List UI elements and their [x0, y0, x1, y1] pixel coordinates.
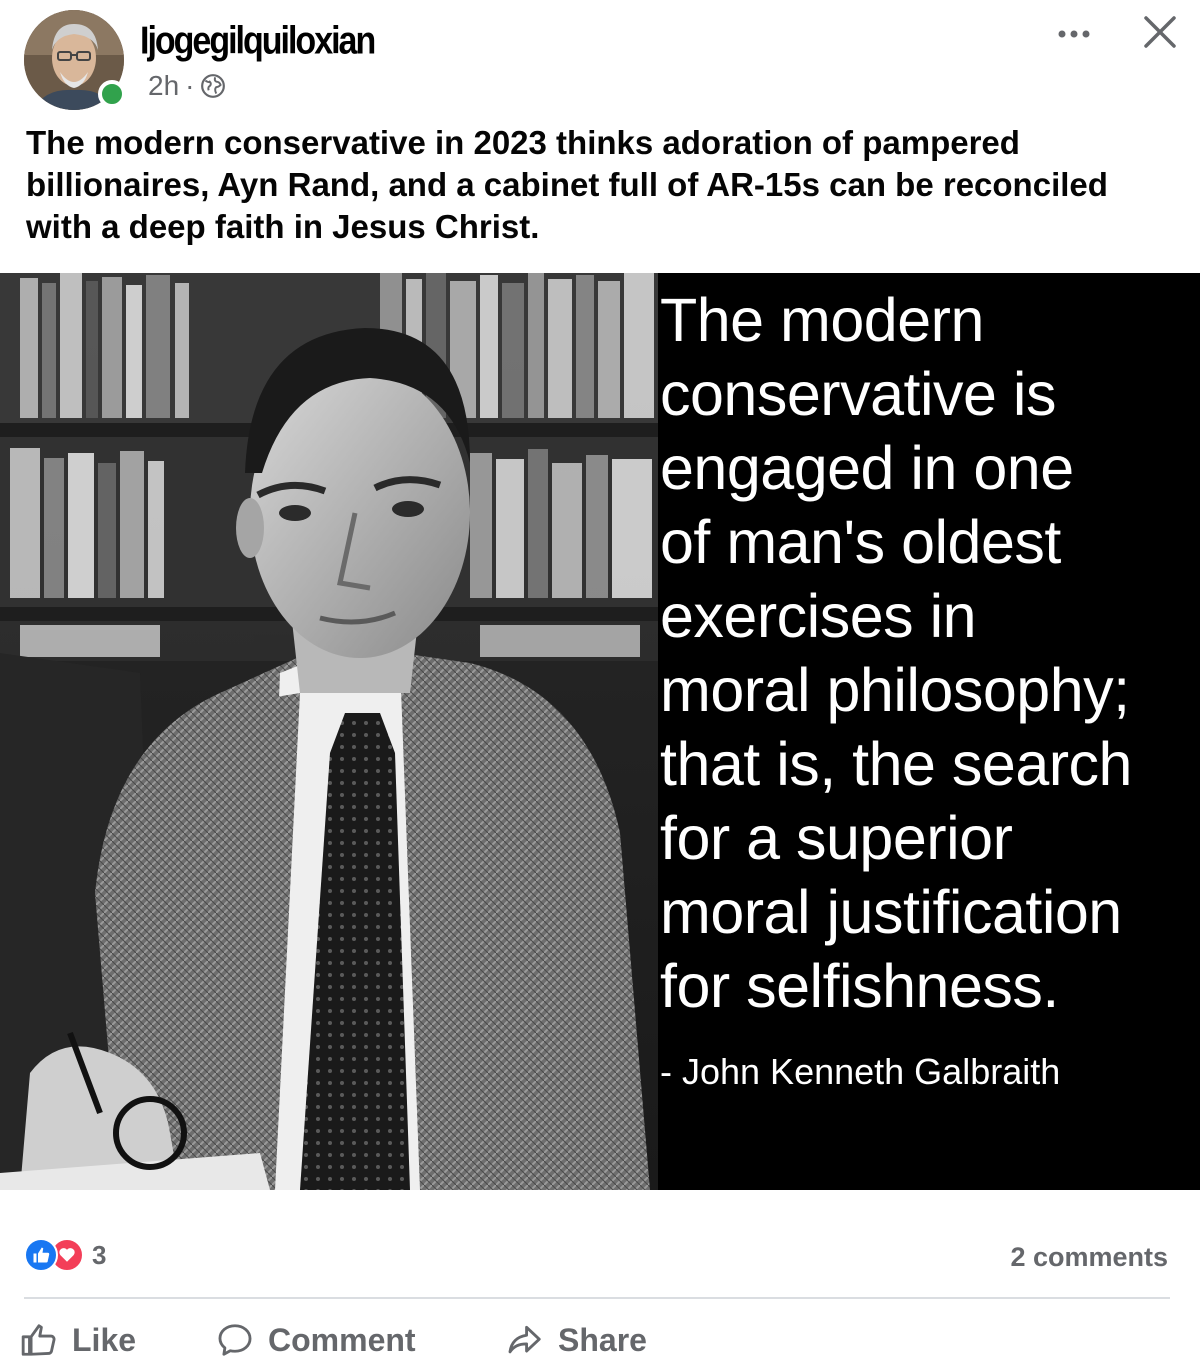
post-image[interactable]: The modern conservative is engaged in on… [0, 273, 1200, 1190]
comment-button[interactable]: Comment [216, 1310, 416, 1370]
comments-count[interactable]: 2 comments [1010, 1242, 1168, 1273]
avatar[interactable] [24, 10, 126, 110]
portrait-photo [0, 273, 658, 1190]
quote-line: The modern [660, 286, 984, 354]
comment-bubble-icon [218, 1324, 252, 1356]
quote-line: that is, the search [660, 730, 1132, 798]
post-time[interactable]: 2h [148, 70, 179, 102]
quote-panel: The modern conservative is engaged in on… [658, 273, 1200, 1190]
more-options-icon[interactable] [1050, 16, 1098, 52]
quote-line: exercises in [660, 582, 977, 650]
quote-line: for a superior [660, 804, 1013, 872]
like-label: Like [72, 1321, 137, 1358]
like-reaction-icon [24, 1238, 58, 1272]
close-icon[interactable] [1140, 12, 1180, 52]
reaction-count: 3 [92, 1239, 107, 1270]
share-button[interactable]: Share [506, 1310, 647, 1370]
action-bar: Like Comment Share [0, 1310, 1200, 1370]
post-header: Ijogegilquiloxian 2h · [0, 0, 1200, 120]
globe-icon[interactable] [200, 73, 226, 99]
quote-text: The modern conservative is engaged in on… [660, 283, 1200, 1023]
quote-line: engaged in one [660, 434, 1074, 502]
reactions-summary[interactable]: 3 [24, 1238, 106, 1272]
divider [24, 1297, 1170, 1299]
thumbs-up-icon [21, 1324, 56, 1356]
meta-separator: · [185, 70, 195, 101]
online-status-dot [98, 80, 126, 108]
quote-attribution: - John Kenneth Galbraith [660, 1051, 1061, 1092]
share-label: Share [558, 1321, 647, 1358]
quote-line: for selfishness. [660, 952, 1059, 1020]
author-name[interactable]: Ijogegilquiloxian [140, 19, 376, 64]
quote-line: conservative is [660, 360, 1056, 428]
share-arrow-icon [508, 1325, 541, 1354]
quote-line: moral justification [660, 878, 1122, 946]
like-button[interactable]: Like [20, 1310, 136, 1370]
quote-line: moral philosophy; [660, 656, 1130, 724]
post-meta: 2h · [148, 70, 226, 102]
comment-label: Comment [268, 1321, 416, 1358]
quote-line: of man's oldest [660, 508, 1061, 576]
post-text: The modern conservative in 2023 thinks a… [26, 124, 1108, 245]
